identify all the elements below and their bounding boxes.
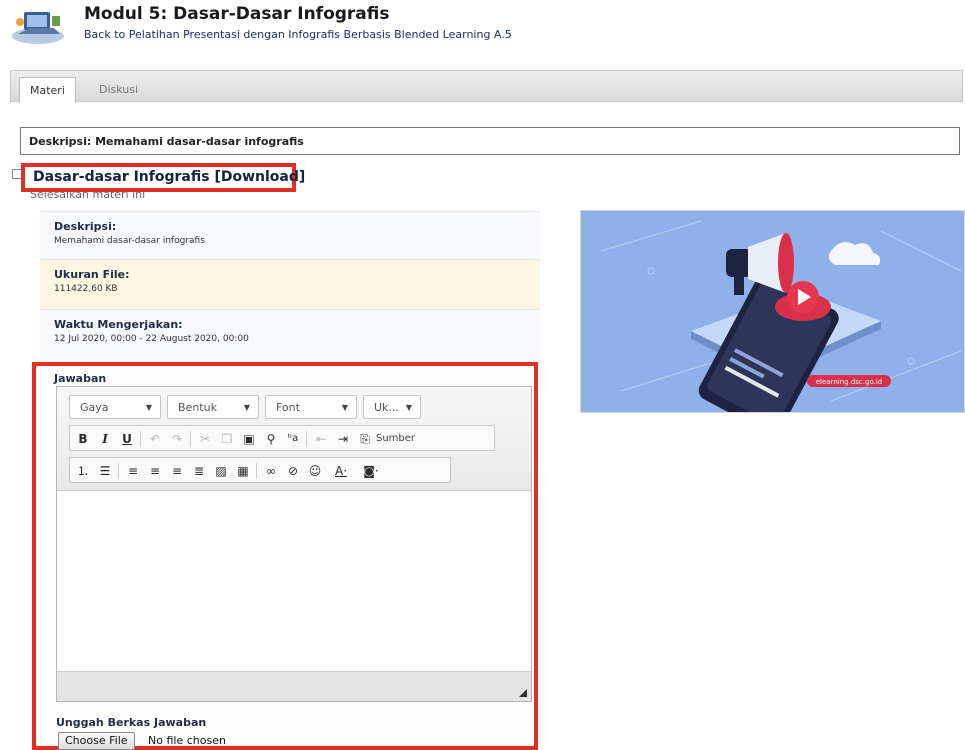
tab-diskusi[interactable]: Diskusi [89,77,148,103]
find-icon[interactable]: ⚲ [262,430,280,448]
replace-icon[interactable]: ᵇa [284,430,302,448]
toolbar-row-3: ⒈ ☰ ≡ ≡ ≡ ≣ ▨ ▦ ∞ ⊘ ☺ A· ◙· [69,457,451,483]
smiley-icon[interactable]: ☺ [306,462,324,480]
tab-bar: Materi Diskusi [10,70,963,103]
material-title-highlight: Dasar-dasar Infografis [Download] [21,163,305,192]
answer-section: Jawaban Gaya ▼ Bentuk ▼ Font ▼ Uk... ▼ B I U… [32,362,538,750]
module-description: Deskripsi: Memahami dasar-dasar infograf… [20,127,960,155]
toolbar-row-2: B I U ↶ ↷ ✂ ❐ ▣ ⚲ ᵇa ⇤ ⇥ ⎘ Sumber [69,425,495,451]
detail-value: 111422,60 KB [54,284,118,294]
detail-label: Waktu Mengerjakan: [54,318,183,331]
detail-description: Deskripsi: Memahami dasar-dasar infograf… [40,211,540,259]
tab-materi[interactable]: Materi [19,77,76,103]
detail-label: Ukuran File: [54,268,130,281]
material-illustration: elearning.dsc.go.id [580,210,965,413]
image-icon[interactable]: ▨ [212,462,230,480]
bold-icon[interactable]: B [74,430,92,448]
italic-icon[interactable]: I [96,430,114,448]
align-right-icon[interactable]: ≡ [168,462,186,480]
text-color-icon[interactable]: A· [328,462,354,480]
complete-material-label[interactable]: Selesaikan materi ini [30,191,145,201]
numbered-list-icon[interactable]: ⒈ [74,462,92,480]
combo-label: Uk... [374,401,399,414]
answer-label: Jawaban [54,372,107,385]
material-title: Dasar-dasar Infografis [Download] [33,169,305,185]
outdent-icon[interactable]: ⇤ [312,430,330,448]
bulleted-list-icon[interactable]: ☰ [96,462,114,480]
source-button[interactable]: Sumber [376,430,415,448]
page-header: Modul 5: Dasar-Dasar Infografis Back to … [10,4,950,50]
upload-label: Unggah Berkas Jawaban [56,716,207,729]
toolbar-separator [140,431,141,447]
background-color-icon[interactable]: ◙· [358,462,384,480]
align-center-icon[interactable]: ≡ [146,462,164,480]
underline-icon[interactable]: U [118,430,136,448]
file-status: No file chosen [148,734,226,747]
combo-label: Gaya [80,401,109,414]
resize-handle-icon[interactable] [519,689,527,697]
chevron-down-icon: ▼ [243,403,250,412]
detail-value: Memahami dasar-dasar infografis [54,236,205,246]
indent-icon[interactable]: ⇥ [334,430,352,448]
align-left-icon[interactable]: ≡ [124,462,142,480]
chevron-down-icon: ▼ [145,403,152,412]
detail-label: Deskripsi: [54,220,117,233]
unlink-icon[interactable]: ⊘ [284,462,302,480]
cut-icon[interactable]: ✂ [196,430,214,448]
answer-textarea[interactable] [57,492,531,672]
editor-statusbar [57,671,531,701]
detail-duration: Waktu Mengerjakan: 12 Jul 2020, 00:00 - … [40,309,540,361]
toolbar-separator [306,431,307,447]
chevron-down-icon: ▼ [341,403,348,412]
toolbar-separator [190,431,191,447]
paste-icon[interactable]: ▣ [240,430,258,448]
style-combo[interactable]: Gaya ▼ [69,395,161,419]
choose-file-button[interactable]: Choose File [58,732,135,750]
table-icon[interactable]: ▦ [234,462,252,480]
font-combo[interactable]: Font ▼ [265,395,357,419]
detail-value: 12 Jul 2020, 00:00 - 22 August 2020, 00:… [54,334,249,344]
illustration-watermark: elearning.dsc.go.id [816,378,882,386]
back-to-course-link[interactable]: Back to Pelatihan Presentasi dengan Info… [84,28,512,41]
chevron-down-icon: ▼ [405,403,412,412]
toolbar-separator [118,463,119,479]
justify-icon[interactable]: ≣ [190,462,208,480]
redo-icon[interactable]: ↷ [168,430,186,448]
phone-megaphone-illustration: elearning.dsc.go.id [581,211,964,412]
undo-icon[interactable]: ↶ [146,430,164,448]
download-link[interactable]: [Download] [214,169,305,185]
toolbar-separator [256,463,257,479]
page-title: Modul 5: Dasar-Dasar Infografis [84,4,390,24]
material-title-text: Dasar-dasar Infografis [33,169,210,185]
detail-file-size: Ukuran File: 111422,60 KB [40,259,540,309]
copy-icon[interactable]: ❐ [218,430,236,448]
size-combo[interactable]: Uk... ▼ [363,395,421,419]
elearning-logo-icon [12,12,64,44]
editor-toolbar: Gaya ▼ Bentuk ▼ Font ▼ Uk... ▼ B I U ↶ ↷ ✂ ❐… [57,387,531,491]
link-icon[interactable]: ∞ [262,462,280,480]
source-icon[interactable]: ⎘ [356,430,374,448]
rich-text-editor: Gaya ▼ Bentuk ▼ Font ▼ Uk... ▼ B I U ↶ ↷ ✂ ❐… [56,386,532,702]
combo-label: Bentuk [178,401,217,414]
combo-label: Font [276,401,300,414]
format-combo[interactable]: Bentuk ▼ [167,395,259,419]
